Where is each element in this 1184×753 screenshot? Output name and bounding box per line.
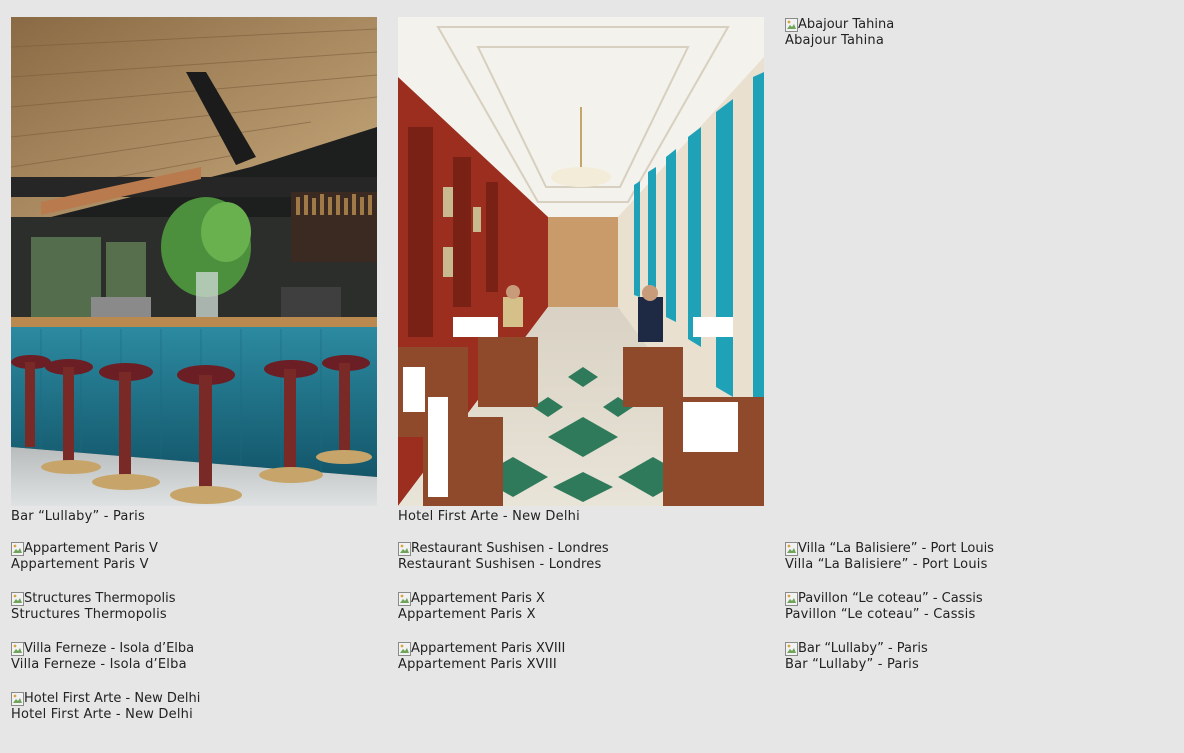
image-alt-text: Abajour Tahina xyxy=(798,17,895,32)
broken-image-icon xyxy=(785,542,798,556)
gallery-item-title[interactable]: Bar “Lullaby” - Paris xyxy=(785,657,1152,673)
image-alt-text: Pavillon “Le coteau” - Cassis xyxy=(798,591,983,606)
image-alt-text: Bar “Lullaby” - Paris xyxy=(798,641,928,656)
gallery-item-title[interactable]: Villa Ferneze - Isola d’Elba xyxy=(11,657,378,673)
gallery-item[interactable]: Bar “Lullaby” - Paris Bar “Lullaby” - Par… xyxy=(785,641,1152,673)
broken-image[interactable]: Appartement Paris X xyxy=(398,591,765,607)
broken-image-icon xyxy=(785,592,798,606)
gallery-list: Appartement Paris V Appartement Paris V Re… xyxy=(11,541,1152,723)
broken-image[interactable]: Villa “La Balisiere” - Port Louis xyxy=(785,541,1152,557)
gallery-item-title[interactable]: Pavillon “Le coteau” - Cassis xyxy=(785,607,1152,623)
gallery-item[interactable]: Restaurant Sushisen - Londres Restaurant … xyxy=(398,541,765,573)
gallery-item[interactable]: Pavillon “Le coteau” - Cassis Pavillon “L… xyxy=(785,591,1152,623)
image-alt-text: Restaurant Sushisen - Londres xyxy=(411,541,609,556)
image-alt-text: Villa “La Balisiere” - Port Louis xyxy=(798,541,994,556)
gallery-item-title[interactable]: Villa “La Balisiere” - Port Louis xyxy=(785,557,1152,573)
gallery-item[interactable]: Appartement Paris XVIII Appartement Paris… xyxy=(398,641,765,673)
broken-image-icon xyxy=(785,642,798,656)
broken-image-icon xyxy=(11,642,24,656)
gallery-item-title[interactable]: Appartement Paris X xyxy=(398,607,765,623)
gallery-item-title[interactable]: Restaurant Sushisen - Londres xyxy=(398,557,765,573)
gallery-item[interactable]: Hotel First Arte - New Delhi Hotel First … xyxy=(11,691,378,723)
broken-image-icon xyxy=(11,542,24,556)
gallery-item[interactable]: Villa “La Balisiere” - Port Louis Villa “… xyxy=(785,541,1152,573)
gallery-item-abajour-tahina[interactable]: Abajour Tahina Abajour Tahina xyxy=(785,17,1152,543)
broken-image[interactable]: Appartement Paris XVIII xyxy=(398,641,765,657)
gallery-item[interactable]: Structures Thermopolis Structures Thermop… xyxy=(11,591,378,623)
gallery-featured-row: Bar “Lullaby” - Paris Hotel First Arte -… xyxy=(11,17,1152,543)
gallery-item-title[interactable]: Structures Thermopolis xyxy=(11,607,378,623)
broken-image[interactable]: Abajour Tahina xyxy=(785,17,1152,33)
broken-image[interactable]: Villa Ferneze - Isola d’Elba xyxy=(11,641,378,657)
broken-image-icon xyxy=(11,592,24,606)
gallery-item[interactable]: Villa Ferneze - Isola d’Elba Villa Fernez… xyxy=(11,641,378,673)
broken-image-icon xyxy=(11,692,24,706)
gallery-item-title[interactable]: Bar “Lullaby” - Paris xyxy=(11,509,378,525)
bar-lullaby-photo[interactable] xyxy=(11,17,377,506)
gallery-item[interactable]: Appartement Paris X Appartement Paris X xyxy=(398,591,765,623)
gallery-item-title[interactable]: Hotel First Arte - New Delhi xyxy=(11,707,378,723)
gallery-item-title[interactable]: Hotel First Arte - New Delhi xyxy=(398,509,765,525)
gallery-item-hotel-first-arte[interactable]: Hotel First Arte - New Delhi xyxy=(398,17,765,543)
gallery-item-title[interactable]: Abajour Tahina xyxy=(785,33,1152,49)
broken-image[interactable]: Pavillon “Le coteau” - Cassis xyxy=(785,591,1152,607)
gallery-item[interactable]: Appartement Paris V Appartement Paris V xyxy=(11,541,378,573)
image-alt-text: Structures Thermopolis xyxy=(24,591,176,606)
image-alt-text: Appartement Paris XVIII xyxy=(411,641,566,656)
broken-image[interactable]: Bar “Lullaby” - Paris xyxy=(785,641,1152,657)
broken-image-icon xyxy=(398,542,411,556)
hotel-first-arte-photo[interactable] xyxy=(398,17,764,506)
broken-image-icon xyxy=(785,18,798,32)
image-alt-text: Hotel First Arte - New Delhi xyxy=(24,691,201,706)
gallery-item-title[interactable]: Appartement Paris V xyxy=(11,557,378,573)
gallery-item-bar-lullaby[interactable]: Bar “Lullaby” - Paris xyxy=(11,17,378,543)
gallery-item-title[interactable]: Appartement Paris XVIII xyxy=(398,657,765,673)
broken-image[interactable]: Appartement Paris V xyxy=(11,541,378,557)
broken-image[interactable]: Restaurant Sushisen - Londres xyxy=(398,541,765,557)
broken-image[interactable]: Structures Thermopolis xyxy=(11,591,378,607)
broken-image-icon xyxy=(398,642,411,656)
image-alt-text: Appartement Paris X xyxy=(411,591,545,606)
broken-image[interactable]: Hotel First Arte - New Delhi xyxy=(11,691,378,707)
image-alt-text: Appartement Paris V xyxy=(24,541,158,556)
broken-image-icon xyxy=(398,592,411,606)
image-alt-text: Villa Ferneze - Isola d’Elba xyxy=(24,641,195,656)
